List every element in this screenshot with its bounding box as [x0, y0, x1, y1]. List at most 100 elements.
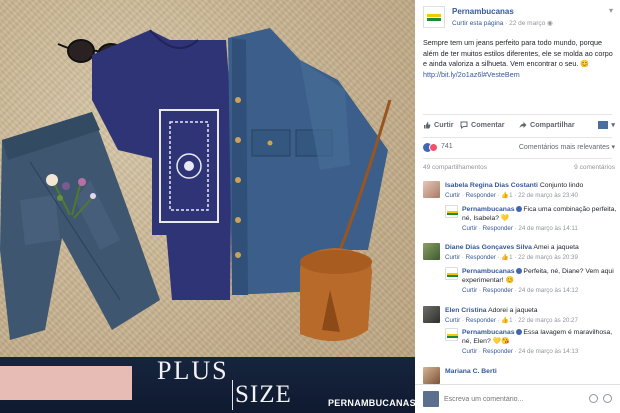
commenter-name[interactable]: Mariana C. Berti [445, 368, 497, 375]
avatar[interactable] [423, 367, 440, 384]
avatar[interactable] [445, 267, 458, 280]
comment-like-link[interactable]: Curtir [445, 254, 460, 261]
profile-thumbnail-icon [598, 120, 609, 129]
comment-likes-count[interactable]: 1 [509, 254, 512, 261]
audience-selector[interactable]: ▾ [598, 120, 615, 129]
composer-icons [589, 394, 612, 403]
comment-sort-dropdown[interactable]: Comentários mais relevantes ▾ [519, 143, 615, 151]
emoji-icon[interactable] [603, 394, 612, 403]
comment-body: Elen Cristina Adorei a jaqueta Curtir · … [445, 306, 615, 325]
replier-name[interactable]: Pernambucanas [462, 329, 515, 336]
avatar[interactable] [445, 205, 458, 218]
share-button[interactable]: Compartilhar [519, 120, 575, 129]
comment-likes-count[interactable]: 1 [509, 192, 512, 199]
divider [423, 158, 612, 159]
replier-name[interactable]: Pernambucanas [462, 268, 515, 275]
comment-like-link[interactable]: Curtir [445, 317, 460, 324]
comment-time[interactable]: 22 de março às 23:40 [518, 192, 578, 199]
verified-badge-icon [515, 268, 522, 275]
avatar[interactable] [423, 243, 440, 260]
post-photo[interactable]: PLUS SIZE PERNAMBUCANAS [0, 0, 415, 413]
reply-meta: Curtir · Responder · 24 de março às 14:1… [462, 348, 579, 355]
comment-bubble-icon [460, 121, 468, 129]
reply-time[interactable]: 24 de março às 14:11 [518, 225, 577, 232]
avatar[interactable] [423, 391, 439, 407]
love-reaction-icon[interactable] [429, 143, 438, 152]
commenter-name[interactable]: Diane Dias Gonçaves Silva [445, 244, 532, 251]
reply-meta: Curtir · Responder · 24 de março às 14:1… [462, 287, 579, 294]
verified-badge-icon [515, 329, 522, 336]
comment-reply-link[interactable]: Responder [466, 192, 496, 199]
avatar[interactable] [423, 181, 440, 198]
comment-likes-count[interactable]: 1 [509, 317, 512, 324]
outfit-illustration [0, 28, 392, 342]
comment-meta: Curtir · Responder · 👍1 · 22 de março às… [445, 254, 578, 261]
reply-reply-link[interactable]: Responder [483, 348, 513, 355]
comment-meta: Curtir · Responder · 👍1 · 22 de março às… [445, 192, 578, 199]
avatar[interactable] [445, 328, 458, 341]
reaction-count[interactable]: 741 [441, 143, 453, 150]
chevron-down-icon: ▾ [611, 120, 615, 129]
post-side-panel: Pernambucanas Curtir esta página · 22 de… [415, 0, 620, 413]
reply-body: Pernambucanas Perfeita, né, Diane? Vem a… [462, 267, 617, 295]
comment-body: Isabela Regina Dias Costanti Conjunto li… [445, 181, 615, 200]
comment-time[interactable]: 22 de março às 20:39 [518, 254, 578, 261]
page-avatar[interactable] [423, 6, 445, 28]
smile-emoji-icon: 😊 [580, 59, 590, 68]
thumbs-up-icon: 👍 [501, 254, 510, 261]
reply-time[interactable]: 24 de março às 14:13 [518, 348, 578, 355]
post-text: Sempre tem um jeans perfeito para todo m… [423, 38, 615, 80]
reply-body: Pernambucanas Fica uma combinação perfei… [462, 205, 617, 233]
page-name-link[interactable]: Pernambucanas [452, 7, 514, 16]
post-header: Pernambucanas Curtir esta página · 22 de… [423, 4, 613, 30]
comment-text: Adorei a jaqueta [488, 307, 538, 314]
comment-reply-link[interactable]: Responder [466, 254, 496, 261]
divider [423, 114, 612, 115]
comment-like-link[interactable]: Curtir [445, 192, 460, 199]
comment-button[interactable]: Comentar [460, 120, 505, 129]
commenter-name[interactable]: Isabela Regina Dias Costanti [445, 182, 538, 189]
avatar[interactable] [423, 306, 440, 323]
post-link[interactable]: http://bit.ly/2o1az6l [423, 70, 483, 79]
divider [423, 137, 612, 138]
reply-time[interactable]: 24 de março às 14:12 [518, 287, 578, 294]
reply-body: Pernambucanas Essa lavagem é maravilhosa… [462, 328, 617, 356]
verified-badge-icon [515, 206, 522, 213]
shares-count[interactable]: 49 compartilhamentos [423, 164, 487, 171]
commenter-name[interactable]: Elen Cristina [445, 307, 487, 314]
comment-body: Diane Dias Gonçaves Silva Amei a jaqueta… [445, 243, 615, 262]
comments-count[interactable]: 9 comentários [574, 164, 615, 171]
post-hashtag[interactable]: #VesteBem [483, 70, 520, 79]
comment-time[interactable]: 22 de março às 20:27 [518, 317, 578, 324]
comment-meta: Curtir · Responder · 👍1 · 22 de março às… [445, 317, 578, 324]
comment-sort-label: Comentários mais relevantes [518, 144, 610, 151]
size-label: SIZE [232, 380, 292, 410]
share-comment-counts: 49 compartilhamentos 9 comentários [423, 164, 615, 171]
like-label: Curtir [434, 120, 454, 129]
reply-like-link[interactable]: Curtir [462, 287, 477, 294]
post-actions: Curtir Comentar Compartilhar ▾ [423, 120, 615, 134]
reply-meta: Curtir · Responder · 24 de março às 14:1… [462, 225, 578, 232]
pink-accent-block [0, 366, 132, 400]
post-date[interactable]: 22 de março [509, 20, 545, 27]
comment-input[interactable] [444, 391, 579, 407]
reactions-bar: 741 Comentários mais relevantes ▾ [423, 142, 615, 154]
chevron-down-icon[interactable]: ▾ [609, 6, 613, 15]
plus-label: PLUS [157, 356, 229, 385]
like-button[interactable]: Curtir [423, 120, 454, 129]
reply-like-link[interactable]: Curtir [462, 225, 477, 232]
reply-like-link[interactable]: Curtir [462, 348, 477, 355]
thumbs-up-icon: 👍 [501, 317, 510, 324]
comment-composer [415, 384, 620, 413]
globe-icon: ◉ [547, 20, 553, 27]
replier-name[interactable]: Pernambucanas [462, 206, 515, 213]
follow-page-link[interactable]: Curtir esta página [452, 20, 503, 27]
camera-icon[interactable] [589, 394, 598, 403]
comment-body: Mariana C. Berti [445, 367, 615, 376]
post-meta: Curtir esta página · 22 de março ◉ [452, 19, 553, 27]
reply-reply-link[interactable]: Responder [483, 225, 513, 232]
thumbs-up-icon: 👍 [501, 192, 510, 199]
comment-reply-link[interactable]: Responder [466, 317, 496, 324]
reply-reply-link[interactable]: Responder [483, 287, 513, 294]
share-label: Compartilhar [530, 120, 575, 129]
